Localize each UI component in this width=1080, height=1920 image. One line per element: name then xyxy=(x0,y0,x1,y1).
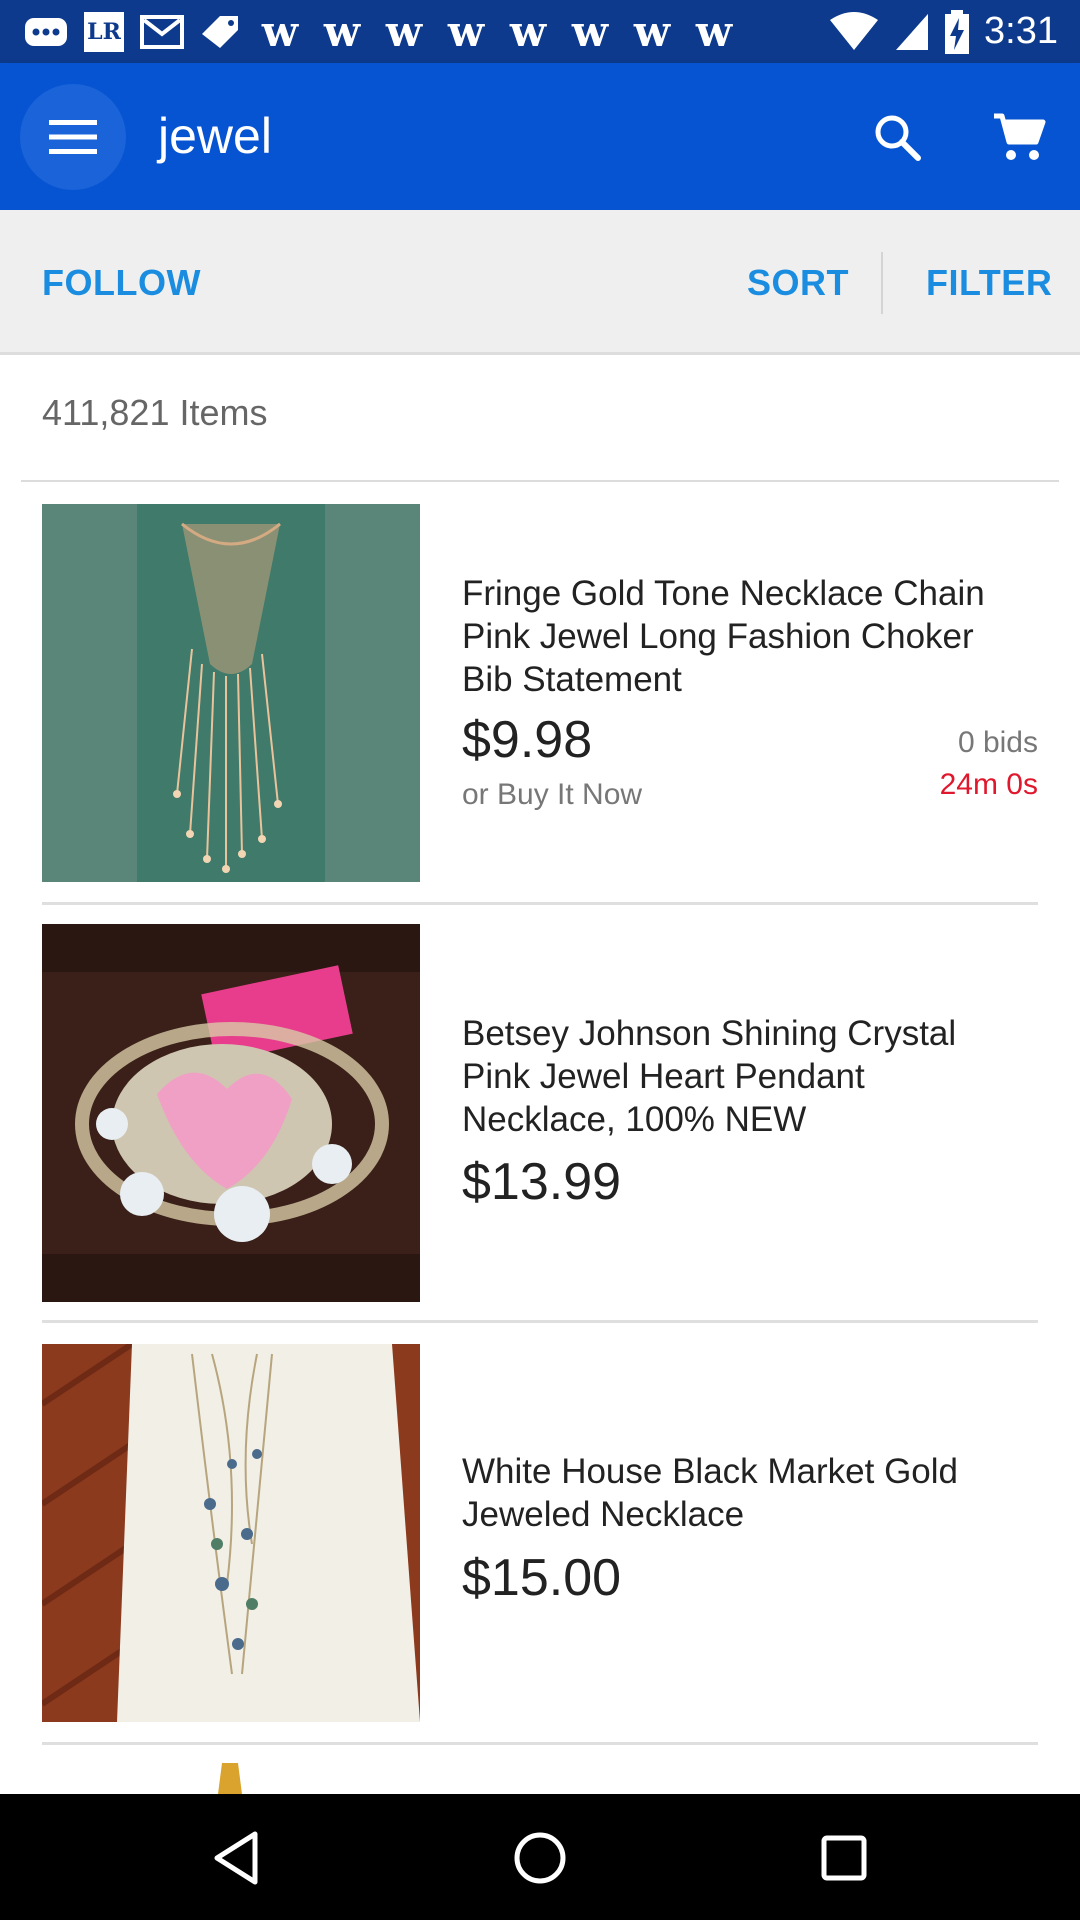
listing-item[interactable]: White House Black Market Gold Jeweled Ne… xyxy=(42,1322,1038,1745)
item-image[interactable] xyxy=(42,1344,420,1722)
home-icon xyxy=(514,1832,566,1884)
w-icon: w xyxy=(695,6,733,56)
menu-button[interactable] xyxy=(20,84,126,190)
signal-icon xyxy=(896,13,929,50)
clock: 3:31 xyxy=(984,10,1058,52)
search-button[interactable] xyxy=(860,100,934,174)
app-bar: jewel xyxy=(0,63,1080,210)
notification-icons: LR w w w w w w w w xyxy=(0,6,740,56)
cart-button[interactable] xyxy=(982,100,1056,174)
follow-button[interactable]: FOLLOW xyxy=(42,210,201,355)
w-icon: w xyxy=(633,6,671,56)
lr-icon: LR xyxy=(80,11,128,52)
wifi-icon xyxy=(830,11,879,50)
mail-icon xyxy=(138,12,186,52)
divider xyxy=(42,1742,1038,1745)
action-strip: FOLLOW SORT FILTER xyxy=(0,210,1080,355)
listing-item[interactable]: Betsey Johnson Shining Crystal Pink Jewe… xyxy=(42,902,1038,1323)
navigation-bar xyxy=(0,1794,1080,1920)
back-icon xyxy=(214,1831,258,1885)
item-image[interactable] xyxy=(42,924,420,1302)
status-bar: LR w w w w w w w w 3:31 xyxy=(0,0,1080,63)
bid-count: 0 bids xyxy=(957,726,1038,759)
item-price: $15.00 xyxy=(462,1549,622,1607)
filter-button[interactable]: FILTER xyxy=(926,210,1052,355)
item-title[interactable]: Fringe Gold Tone Necklace Chain Pink Jew… xyxy=(462,572,1022,701)
w-icon: w xyxy=(447,6,485,56)
home-button[interactable] xyxy=(500,1818,580,1898)
shopping-cart-icon xyxy=(994,113,1046,160)
strip-divider xyxy=(881,252,883,314)
w-icon: w xyxy=(385,6,423,56)
item-image-partial[interactable] xyxy=(210,1763,250,1794)
item-price: $13.99 xyxy=(462,1153,622,1211)
recents-button[interactable] xyxy=(804,1818,884,1898)
search-icon xyxy=(875,115,921,161)
chat-icon xyxy=(22,12,70,52)
lr-icon-label: LR xyxy=(84,11,124,52)
system-status: 3:31 xyxy=(828,0,1058,63)
item-image[interactable] xyxy=(42,504,420,882)
sort-button[interactable]: SORT xyxy=(747,210,849,355)
back-button[interactable] xyxy=(196,1818,276,1898)
w-icon: w xyxy=(323,6,361,56)
result-count: 411,821 Items xyxy=(42,392,268,433)
search-query[interactable]: jewel xyxy=(158,63,272,210)
w-icon: w xyxy=(571,6,609,56)
battery-charging-icon xyxy=(945,9,970,54)
item-title[interactable]: White House Black Market Gold Jeweled Ne… xyxy=(462,1450,1022,1536)
w-icon: w xyxy=(261,6,299,56)
item-price: $9.98 xyxy=(462,711,593,769)
buy-it-now-label: or Buy It Now xyxy=(462,778,643,811)
item-title[interactable]: Betsey Johnson Shining Crystal Pink Jewe… xyxy=(462,1012,1022,1141)
tag-icon xyxy=(196,12,244,52)
recents-icon xyxy=(821,1835,867,1881)
listing-item[interactable]: Fringe Gold Tone Necklace Chain Pink Jew… xyxy=(42,482,1038,905)
hamburger-menu-icon xyxy=(49,120,97,154)
w-icon: w xyxy=(509,6,547,56)
time-left: 24m 0s xyxy=(939,768,1038,801)
